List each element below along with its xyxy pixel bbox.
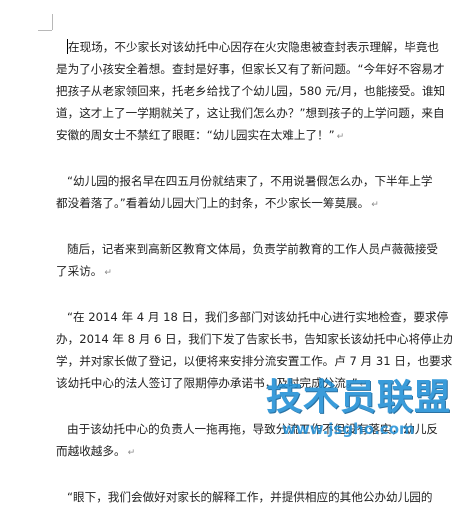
paragraph-line: 随后，记者来到高新区教育文体局，负责学前教育的工作人员卢薇薇接受 bbox=[67, 242, 439, 256]
paragraph-line: 该幼托中心的法人签订了限期停办承诺书，及时完成分流。” ↵ bbox=[56, 372, 448, 396]
line-text: 都没着落了。”看着幼儿园大门上的封条，不少家长一筹莫展。 bbox=[56, 196, 370, 210]
paragraph-line: 安徽的周女士不禁红了眼眶：“幼儿园实在太难上了！” ↵ bbox=[56, 124, 448, 148]
paragraph-6[interactable]: “眼下，我们会做好对家长的解释工作，并提供相应的其他公办幼儿园的 bbox=[56, 486, 448, 508]
paragraph-5[interactable]: 由于该幼托中心的负责人一拖再拖，导致分流工作不但没有落实，幼儿反 而越收越多。 ↵ bbox=[56, 418, 448, 464]
paragraph-line: 由于该幼托中心的负责人一拖再拖，导致分流工作不但没有落实，幼儿反 bbox=[67, 422, 439, 436]
paragraph-line: 道，这才上了一学期就关了，这让我们怎么办？”想到孩子的上学问题，来自 bbox=[56, 106, 445, 120]
paragraph-mark-icon: ↵ bbox=[371, 200, 379, 210]
paragraph-line: 而越收越多。 ↵ bbox=[56, 440, 448, 464]
paragraph-line: 办，2014 年 8 月 6 日，我们下发了告家长书，告知家长该幼托中心将停止办 bbox=[56, 332, 452, 346]
paragraph-line: “眼下，我们会做好对家长的解释工作，并提供相应的其他公办幼儿园的 bbox=[67, 490, 433, 504]
paragraph-2[interactable]: “幼儿园的报名早在四五月份就结束了，不用说暑假怎么办，下半年上学 都没着落了。”… bbox=[56, 170, 448, 216]
paragraph-mark-icon: ↵ bbox=[359, 380, 368, 390]
paragraph-line: 都没着落了。”看着幼儿园大门上的封条，不少家长一筹莫展。 ↵ bbox=[56, 192, 448, 216]
document-page[interactable]: 在现场，不少家长对该幼托中心因存在火灾隐患被查封表示理解，毕竟也 是为了小孩安全… bbox=[0, 0, 452, 504]
corner-crop-mark bbox=[38, 30, 52, 31]
line-text: 在现场，不少家长对该幼托中心因存在火灾隐患被查封表示理解，毕竟也 bbox=[68, 40, 440, 54]
paragraph-mark-icon: ↵ bbox=[104, 268, 112, 278]
corner-crop-mark-vertical bbox=[52, 14, 53, 30]
paragraph-4[interactable]: “在 2014 年 4 月 18 日，我们多部门对该幼托中心进行实地检查，要求停… bbox=[56, 306, 452, 396]
document-body[interactable]: 在现场，不少家长对该幼托中心因存在火灾隐患被查封表示理解，毕竟也 是为了小孩安全… bbox=[56, 36, 452, 508]
paragraph-line: 了采访。 ↵ bbox=[56, 260, 448, 284]
paragraph-1[interactable]: 在现场，不少家长对该幼托中心因存在火灾隐患被查封表示理解，毕竟也 是为了小孩安全… bbox=[56, 36, 448, 148]
paragraph-line: “幼儿园的报名早在四五月份就结束了，不用说暑假怎么办，下半年上学 bbox=[67, 174, 433, 188]
paragraph-line: 在现场，不少家长对该幼托中心因存在火灾隐患被查封表示理解，毕竟也 bbox=[56, 36, 448, 58]
line-text: 了采访。 bbox=[56, 264, 103, 278]
paragraph-line: 是为了小孩安全着想。查封是好事，但家长又有了新问题。“今年好不容易才 bbox=[56, 62, 445, 76]
line-text: 该幼托中心的法人签订了限期停办承诺书，及时完成分流。” bbox=[56, 376, 358, 390]
line-text: 而越收越多。 bbox=[56, 444, 126, 458]
line-text: 安徽的周女士不禁红了眼眶：“幼儿园实在太难上了！” bbox=[56, 128, 335, 142]
paragraph-mark-icon: ↵ bbox=[127, 448, 136, 458]
paragraph-line: “在 2014 年 4 月 18 日，我们多部门对该幼托中心进行实地检查，要求停 bbox=[67, 310, 449, 324]
paragraph-line: 把孩子从老家领回来，托老乡给找了个幼儿园，580 元/月，也能接受。谁知 bbox=[56, 84, 446, 98]
paragraph-mark-icon: ↵ bbox=[336, 132, 345, 142]
paragraph-3[interactable]: 随后，记者来到高新区教育文体局，负责学前教育的工作人员卢薇薇接受 了采访。 ↵ bbox=[56, 238, 448, 284]
paragraph-line: 学，并对家长做了登记，以便将来安排分流安置工作。卢 7 月 31 日，也要求 bbox=[56, 354, 452, 368]
